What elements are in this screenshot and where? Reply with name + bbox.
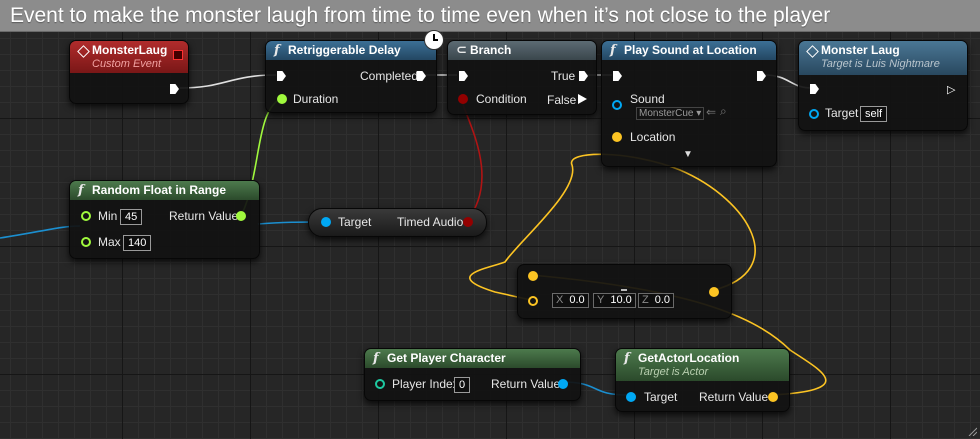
get-actor-location-node[interactable]: f GetActorLocation Target is Actor Targe… <box>615 348 790 412</box>
exec-in-pin[interactable] <box>810 84 819 94</box>
target-label: Target <box>825 106 859 120</box>
completed-exec-pin[interactable] <box>417 71 426 81</box>
resize-grip-icon[interactable] <box>967 426 977 436</box>
monster-laug-node[interactable]: Monster Laug Target is Luis Nightmare ▷ … <box>798 40 968 131</box>
make-vector-node[interactable]: X 0.0 Y 10.0 Z 0.0 <box>517 264 732 319</box>
exec-in-pin[interactable] <box>277 71 286 81</box>
branch-node[interactable]: ⊂ Branch True Condition False <box>447 40 597 115</box>
function-icon: f <box>274 43 280 58</box>
return-value-label: Return Value <box>699 390 769 404</box>
function-icon: f <box>610 43 616 58</box>
target-label: Target <box>644 390 678 404</box>
node-title: Monster Laug <box>821 43 900 57</box>
function-icon: f <box>373 351 379 366</box>
node-title: Get Player Character <box>387 351 506 365</box>
sound-asset-value: MonsterCue <box>639 108 694 119</box>
exec-in-pin[interactable] <box>613 71 622 81</box>
branch-icon: ⊂ <box>456 43 467 58</box>
return-value-label: Return Value <box>491 377 561 391</box>
exec-in-pin[interactable] <box>459 71 468 81</box>
player-index-label: Player Index <box>392 377 459 391</box>
max-pin[interactable] <box>81 237 91 247</box>
return-value-pin[interactable] <box>236 211 246 221</box>
return-value-pin[interactable] <box>768 392 778 402</box>
target-pin[interactable] <box>321 217 331 227</box>
custom-event-node[interactable]: MonsterLaug Custom Event <box>69 40 189 104</box>
condition-pin[interactable] <box>458 94 468 104</box>
player-index-field[interactable]: 0 <box>454 377 471 393</box>
function-icon: f <box>78 183 84 198</box>
sound-pin[interactable] <box>612 100 622 110</box>
dropdown-arrow-icon: ▾ <box>696 108 702 119</box>
browse-search-icon[interactable]: ⌕ <box>720 104 727 119</box>
true-exec-pin[interactable] <box>579 71 588 81</box>
retriggerable-delay-node[interactable]: f Retriggerable Delay Completed Duration <box>265 40 437 113</box>
get-player-character-node[interactable]: f Get Player Character Player Index 0 Re… <box>364 348 581 401</box>
false-label: False <box>547 93 577 107</box>
function-icon: f <box>624 351 630 366</box>
return-value-pin[interactable] <box>558 379 568 389</box>
sound-label: Sound <box>630 92 665 106</box>
true-label: True <box>551 69 576 83</box>
event-icon <box>77 45 90 58</box>
location-pin[interactable] <box>612 132 622 142</box>
exec-out-pin-outline: ▷ <box>947 84 956 96</box>
delegate-pin[interactable] <box>173 50 183 60</box>
latent-clock-icon <box>424 30 444 50</box>
timed-audio-getter-node[interactable]: Target Timed Audio <box>308 208 487 237</box>
node-title: Branch <box>470 43 512 57</box>
vector-z-field[interactable]: Z 0.0 <box>638 293 675 308</box>
timed-audio-label: Timed Audio <box>397 215 464 229</box>
exec-wire-event-to-delay <box>179 74 277 89</box>
min-value-field[interactable]: 45 <box>120 209 143 225</box>
max-value-field[interactable]: 140 <box>123 235 152 251</box>
return-value-label: Return Value <box>169 209 239 223</box>
duration-pin[interactable] <box>277 94 287 104</box>
node-title: Play Sound at Location <box>624 43 757 57</box>
min-pin[interactable] <box>81 211 91 221</box>
vector-default-pin[interactable] <box>528 296 538 306</box>
node-title: Random Float in Range <box>92 183 227 197</box>
node-subtitle: Custom Event <box>92 58 162 70</box>
event-call-icon <box>806 45 819 58</box>
target-pin[interactable] <box>809 109 819 119</box>
object-wire-left <box>0 225 81 239</box>
exec-out-pin[interactable] <box>170 84 179 94</box>
target-pin[interactable] <box>626 392 636 402</box>
y-axis-label: Y <box>597 294 605 306</box>
vector-in-pin[interactable] <box>528 271 538 281</box>
max-label: Max <box>98 235 121 249</box>
timed-audio-out-pin[interactable] <box>463 217 473 227</box>
player-index-pin[interactable] <box>375 379 385 389</box>
x-value: 0.0 <box>569 294 585 306</box>
duration-label: Duration <box>293 92 339 106</box>
play-sound-at-location-node[interactable]: f Play Sound at Location Sound MonsterCu… <box>601 40 777 167</box>
target-self-field[interactable]: self <box>860 106 888 122</box>
exec-out-pin[interactable] <box>757 71 766 81</box>
min-label: Min <box>98 209 118 223</box>
false-exec-pin[interactable] <box>578 94 587 104</box>
vector-x-field[interactable]: X 0.0 <box>552 293 589 308</box>
z-value: 0.0 <box>654 294 671 306</box>
z-axis-label: Z <box>642 294 649 306</box>
target-label: Target <box>338 215 372 229</box>
y-value: 10.0 <box>610 294 632 306</box>
location-label: Location <box>630 130 676 144</box>
node-title: Retriggerable Delay <box>288 43 401 57</box>
x-axis-label: X <box>556 294 564 306</box>
node-title: GetActorLocation <box>638 351 740 365</box>
random-float-in-range-node[interactable]: f Random Float in Range Min 45 Return Va… <box>69 180 260 259</box>
vector-out-pin[interactable] <box>709 287 719 297</box>
bool-wire-condition <box>461 97 483 223</box>
use-asset-arrow-icon[interactable]: ⇐ <box>706 105 716 119</box>
vector-separator <box>621 289 627 291</box>
node-subtitle: Target is Luis Nightmare <box>821 58 940 70</box>
node-subtitle: Target is Actor <box>638 366 709 378</box>
node-title: MonsterLaug <box>92 43 168 57</box>
expand-advanced-arrow-icon[interactable]: ▼ <box>683 149 693 160</box>
vector-y-field[interactable]: Y 10.0 <box>593 293 636 308</box>
completed-label: Completed <box>360 69 419 83</box>
condition-label: Condition <box>476 92 527 106</box>
sound-asset-dropdown[interactable]: MonsterCue ▾ <box>636 107 705 120</box>
